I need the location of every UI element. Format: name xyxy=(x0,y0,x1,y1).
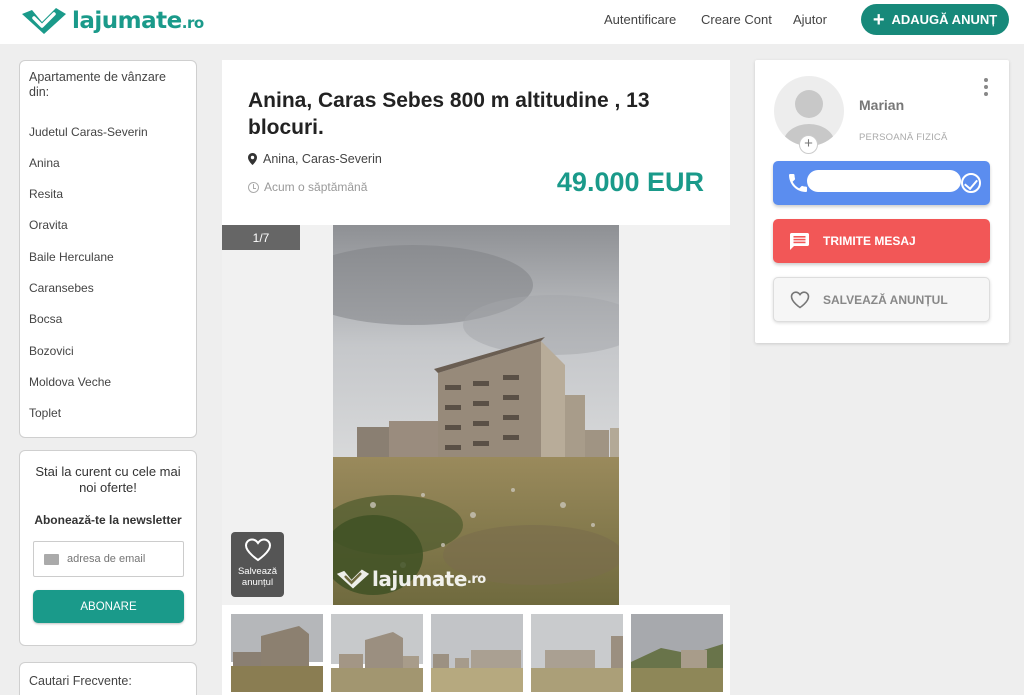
plus-icon: + xyxy=(872,8,885,31)
thumbnail[interactable] xyxy=(531,614,623,692)
send-message-label: TRIMITE MESAJ xyxy=(823,234,916,248)
add-avatar-icon[interactable]: + xyxy=(799,135,818,154)
heart-icon xyxy=(244,538,271,562)
clock-icon xyxy=(248,181,259,193)
heart-icon xyxy=(790,290,810,308)
newsletter-text: Stai la curent cu cele mai noi oferte! xyxy=(35,464,181,495)
email-field[interactable] xyxy=(33,541,184,577)
add-listing-label: ADAUGĂ ANUNȚ xyxy=(891,12,998,27)
location-link[interactable]: Judetul Caras-Severin xyxy=(29,125,148,139)
location-link[interactable]: Anina xyxy=(29,156,60,170)
verified-check-icon xyxy=(961,173,981,193)
photo-counter: 1/7 xyxy=(222,225,300,250)
locations-card: Apartamente de vânzare din: Judetul Cara… xyxy=(19,60,197,438)
location-link[interactable]: Caransebes xyxy=(29,281,94,295)
seller-name: Marian xyxy=(859,97,905,113)
thumbnail-strip xyxy=(222,608,730,695)
time-text: Acum o săptămână xyxy=(264,180,368,194)
avatar-head-shape xyxy=(795,90,823,118)
watermark-logo: lajumate .ro xyxy=(334,567,486,591)
mail-icon xyxy=(44,553,59,565)
top-header: lajumate.ro Autentificare Creare Cont Aj… xyxy=(0,0,1024,44)
location-link[interactable]: Resita xyxy=(29,187,63,201)
thumbnail[interactable] xyxy=(631,614,723,692)
subscribe-button[interactable]: ABONARE xyxy=(33,590,184,623)
logo-mark-icon xyxy=(22,8,66,34)
photo-gallery[interactable]: 1/7 lajumate .ro Salvează anunțul xyxy=(222,225,730,605)
thumbnail[interactable] xyxy=(431,614,523,692)
map-pin-icon xyxy=(248,153,257,165)
listing-location: Anina, Caras-Severin xyxy=(248,152,382,166)
location-link[interactable]: Baile Herculane xyxy=(29,250,114,264)
seller-type: PERSOANĂ FIZICĂ xyxy=(859,132,948,143)
location-link[interactable]: Moldova Veche xyxy=(29,375,111,389)
thumbnail[interactable] xyxy=(231,614,323,692)
nav-register[interactable]: Creare Cont xyxy=(701,12,772,27)
save-listing-label: SALVEAZĂ ANUNȚUL xyxy=(823,292,948,307)
newsletter-card: Stai la curent cu cele mai noi oferte! A… xyxy=(19,450,197,646)
listing-price: 49.000 EUR xyxy=(556,167,704,197)
show-phone-button[interactable] xyxy=(773,161,990,205)
send-message-button[interactable]: TRIMITE MESAJ xyxy=(773,219,990,263)
add-listing-button[interactable]: + ADAUGĂ ANUNȚ xyxy=(861,4,1009,35)
more-options-icon[interactable] xyxy=(984,78,988,96)
newsletter-subtitle: Abonează-te la newsletter xyxy=(34,513,182,527)
phone-number-hidden xyxy=(807,170,961,192)
thumbnail[interactable] xyxy=(331,614,423,692)
message-icon xyxy=(790,232,809,250)
location-link[interactable]: Toplet xyxy=(29,406,61,420)
logo-text: lajumate.ro xyxy=(72,8,204,34)
save-listing-button[interactable]: SALVEAZĂ ANUNȚUL xyxy=(773,277,990,322)
email-input[interactable] xyxy=(67,553,177,565)
listing-time: Acum o săptămână xyxy=(248,180,367,194)
site-logo[interactable]: lajumate.ro xyxy=(20,5,204,37)
watermark-mark-icon xyxy=(336,569,370,589)
save-listing-overlay-button[interactable]: Salvează anunțul xyxy=(231,532,284,597)
location-text: Anina, Caras-Severin xyxy=(263,152,382,166)
seller-card: + Marian PERSOANĂ FIZICĂ TRIMITE MESAJ S… xyxy=(755,60,1009,343)
save-overlay-label: Salvează anunțul xyxy=(237,566,278,588)
locations-title: Apartamente de vânzare din: xyxy=(29,70,166,99)
frequent-searches-title: Cautari Frecvente: xyxy=(29,674,132,688)
nav-login[interactable]: Autentificare xyxy=(604,12,676,27)
nav-help[interactable]: Ajutor xyxy=(793,12,827,27)
location-link[interactable]: Oravita xyxy=(29,218,68,232)
listing-panel: Anina, Caras Sebes 800 m altitudine , 13… xyxy=(222,60,730,695)
location-link[interactable]: Bozovici xyxy=(29,344,74,358)
location-link[interactable]: Bocsa xyxy=(29,312,62,326)
frequent-searches-card: Cautari Frecvente: xyxy=(19,662,197,695)
listing-title: Anina, Caras Sebes 800 m altitudine , 13… xyxy=(248,89,650,139)
main-photo[interactable] xyxy=(333,225,619,605)
phone-icon xyxy=(789,174,807,192)
